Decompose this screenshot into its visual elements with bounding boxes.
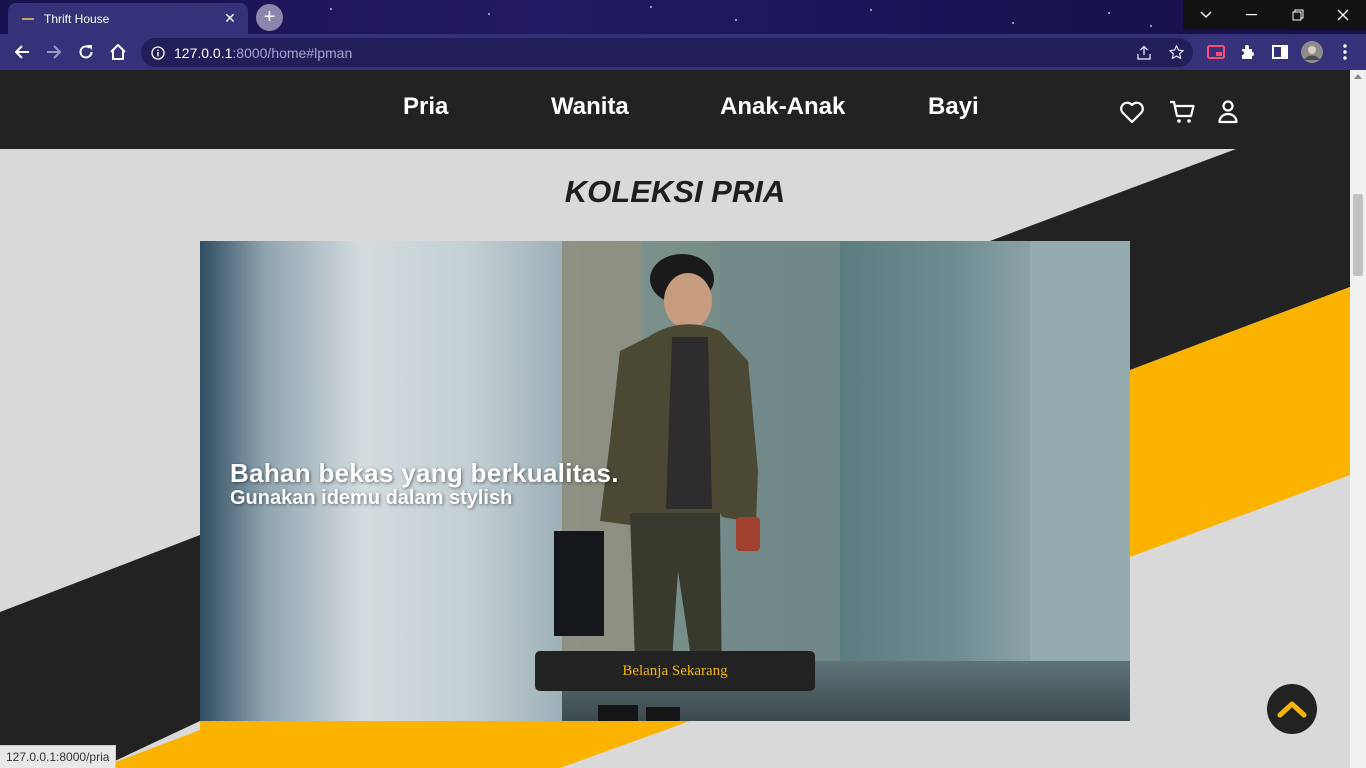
hero-text-block: Bahan bekas yang berkualitas. Gunakan id… (230, 459, 619, 509)
background-star (870, 9, 872, 11)
url-host: 127.0.0.1 (174, 45, 233, 61)
reload-icon[interactable] (74, 40, 98, 64)
yellow-diagonal-band-bottom (100, 721, 690, 768)
scroll-up-arrow-icon[interactable] (1354, 74, 1362, 79)
bookmark-star-icon[interactable] (1168, 44, 1185, 61)
tab-close-icon[interactable]: ✕ (222, 10, 238, 27)
hero-banner: Bahan bekas yang berkualitas. Gunakan id… (200, 241, 1130, 721)
browser-menu-icon[interactable] (1333, 40, 1357, 64)
tab-search-icon[interactable] (1183, 0, 1229, 30)
user-icon[interactable] (1214, 98, 1242, 126)
background-star (1012, 22, 1014, 24)
home-icon[interactable] (106, 40, 130, 64)
new-tab-button[interactable]: + (256, 4, 283, 31)
browser-toolbar: 127.0.0.1:8000/home#lpman (0, 34, 1366, 70)
back-to-top-button[interactable] (1267, 684, 1317, 734)
background-star (735, 19, 737, 21)
web-page: Pria Wanita Anak-Anak Bayi KOLEKSI PRIA (0, 70, 1350, 768)
scrollbar-thumb[interactable] (1353, 194, 1363, 276)
url-path: :8000/home#lpman (232, 45, 353, 61)
dark-diagonal-band-left (0, 535, 200, 768)
shop-now-button[interactable]: Belanja Sekarang (535, 651, 815, 691)
restore-icon[interactable] (1275, 0, 1321, 30)
background-star (650, 6, 652, 8)
profile-avatar[interactable] (1300, 40, 1324, 64)
cart-icon[interactable] (1168, 98, 1196, 126)
nav-link-wanita[interactable]: Wanita (551, 93, 629, 121)
nav-link-anak-anak[interactable]: Anak-Anak (720, 93, 845, 121)
browser-tab[interactable]: Thrift House ✕ (8, 3, 248, 34)
hero-subheadline: Gunakan idemu dalam stylish (230, 487, 513, 509)
minimize-icon[interactable] (1229, 0, 1275, 30)
background-star (330, 8, 332, 10)
back-icon[interactable] (10, 40, 34, 64)
chevron-up-icon (1277, 701, 1307, 718)
side-panel-icon[interactable] (1268, 40, 1292, 64)
status-bar-link-preview: 127.0.0.1:8000/pria (0, 745, 117, 768)
heart-icon[interactable] (1118, 98, 1146, 126)
cast-icon[interactable] (1204, 40, 1228, 64)
nav-link-pria[interactable]: Pria (403, 93, 448, 121)
background-star (488, 13, 490, 15)
address-bar[interactable]: 127.0.0.1:8000/home#lpman (141, 38, 1193, 67)
forward-icon[interactable] (42, 40, 66, 64)
tab-favicon-icon (22, 17, 34, 20)
close-window-icon[interactable] (1320, 0, 1366, 30)
browser-tab-strip: Thrift House ✕ + (0, 0, 1366, 34)
hero-headline: Bahan bekas yang berkualitas. (230, 458, 619, 488)
background-star (1150, 25, 1152, 27)
background-star (1108, 12, 1110, 14)
nav-link-bayi[interactable]: Bayi (928, 93, 979, 121)
share-icon[interactable] (1136, 45, 1152, 61)
page-scrollbar[interactable] (1350, 70, 1366, 768)
section-title: KOLEKSI PRIA (564, 174, 786, 209)
site-navbar: Pria Wanita Anak-Anak Bayi (0, 70, 1350, 149)
site-info-icon[interactable] (151, 46, 165, 60)
url-text[interactable]: 127.0.0.1:8000/home#lpman (174, 45, 352, 61)
extensions-icon[interactable] (1236, 40, 1260, 64)
tab-title: Thrift House (44, 11, 110, 26)
